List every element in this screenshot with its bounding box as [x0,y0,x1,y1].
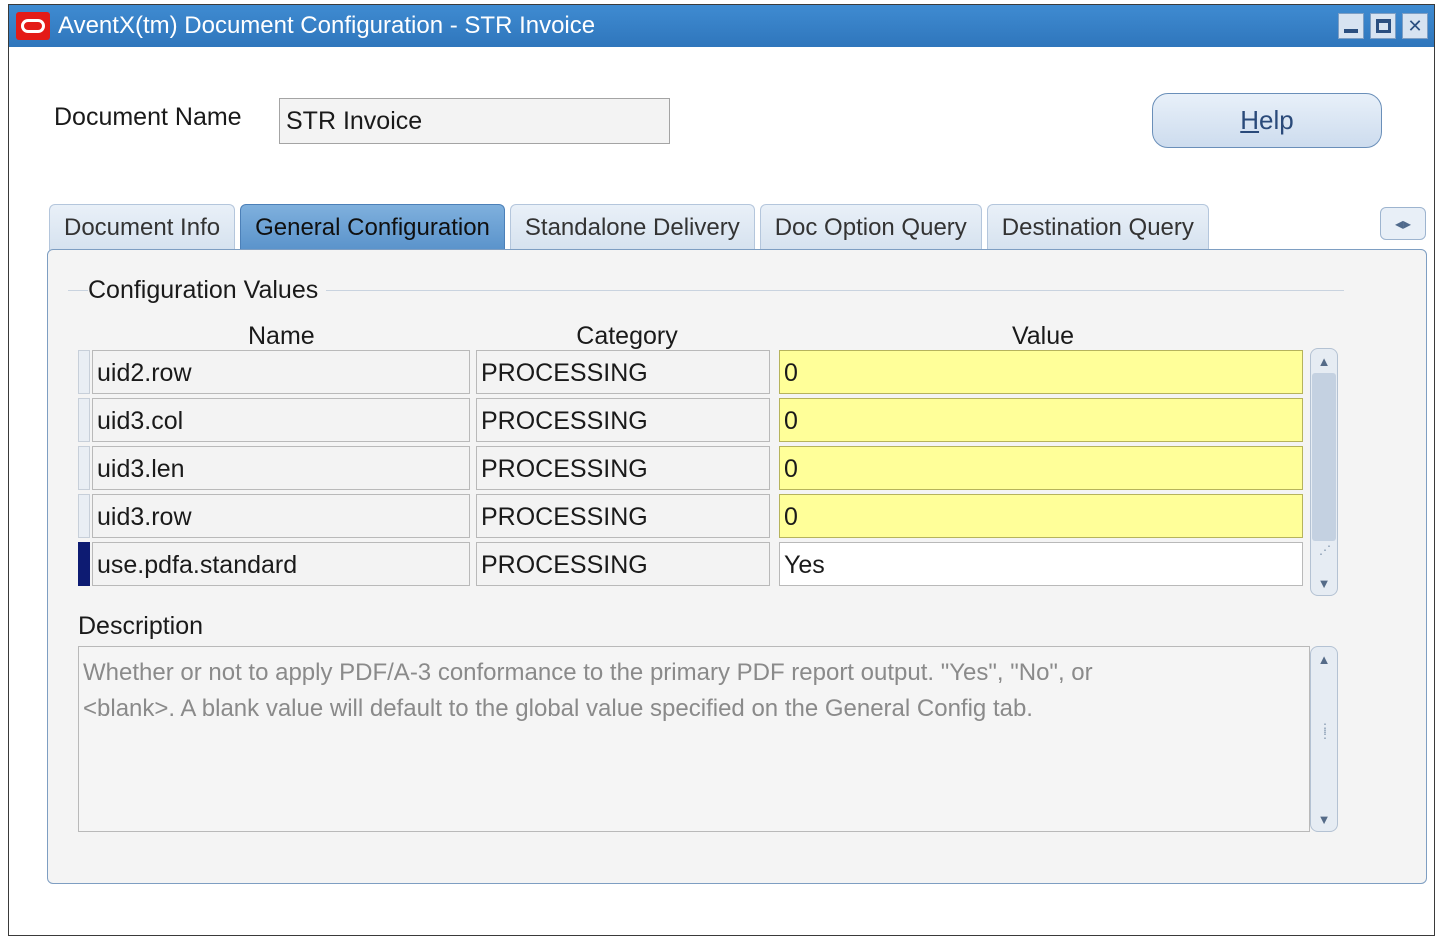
value-cell[interactable]: 0 [779,398,1303,442]
tab-document-info[interactable]: Document Info [49,204,236,250]
grip-icon: ⋮ ⋮ [1319,721,1331,741]
scroll-down-icon[interactable]: ▼ [1311,808,1337,830]
column-header-category: Category [576,322,678,350]
tab-standalone-delivery[interactable]: Standalone Delivery [509,204,755,250]
document-name-label: Document Name [54,103,242,131]
help-button[interactable]: Help [1152,93,1382,148]
maximize-icon [1375,19,1391,33]
column-header-value: Value [1011,322,1075,350]
table-scrollbar[interactable]: ▲ ⋰ ▼ [1310,348,1338,596]
description-line-2: <blank>. A blank value will default to t… [83,695,1033,722]
name-cell[interactable]: uid3.row [92,494,470,538]
category-cell[interactable]: PROCESSING [476,398,770,442]
description-line-1: Whether or not to apply PDF/A-3 conforma… [83,659,1093,686]
tab-strip: Document Info General Configuration Stan… [49,204,1209,250]
help-label-rest: elp [1259,105,1294,135]
name-cell[interactable]: uid3.col [92,398,470,442]
value-cell[interactable]: Yes [779,542,1303,586]
configuration-values-title: Configuration Values [88,276,327,305]
description-text: Whether or not to apply PDF/A-3 conforma… [78,646,1310,832]
value-cell[interactable]: 0 [779,350,1303,394]
value-cell[interactable]: 0 [779,494,1303,538]
tab-scroll-button[interactable]: ◂▸ [1380,207,1426,240]
tab-destination-query[interactable]: Destination Query [986,204,1209,250]
category-cell[interactable]: PROCESSING [476,350,770,394]
maximize-button[interactable] [1370,13,1396,39]
scroll-thumb[interactable] [1312,373,1336,541]
tab-panel: Configuration Values Name Category Value… [47,249,1427,884]
scroll-up-icon[interactable]: ▲ [1311,648,1337,670]
grip-icon: ⋰ [1319,543,1331,557]
row-indicator[interactable] [78,398,90,442]
category-cell[interactable]: PROCESSING [476,542,770,586]
close-icon: ✕ [1407,15,1423,36]
config-window: AventX(tm) Document Configuration - STR … [8,4,1435,936]
column-header-name: Name [248,322,315,350]
tab-general-configuration[interactable]: General Configuration [240,204,505,250]
value-cell[interactable]: 0 [779,446,1303,490]
name-cell[interactable]: uid3.len [92,446,470,490]
current-row-indicator[interactable] [78,542,90,586]
name-cell[interactable]: use.pdfa.standard [92,542,470,586]
close-button[interactable]: ✕ [1402,13,1428,39]
window-title: AventX(tm) Document Configuration - STR … [58,12,596,39]
row-indicator[interactable] [78,350,90,394]
oracle-logo-icon [16,12,50,40]
category-cell[interactable]: PROCESSING [476,446,770,490]
description-scrollbar[interactable]: ▲ ⋮ ⋮ ▼ [1310,646,1338,832]
name-cell[interactable]: uid2.row [92,350,470,394]
minimize-button[interactable] [1338,13,1364,39]
title-bar: AventX(tm) Document Configuration - STR … [9,5,1434,47]
document-name-field[interactable]: STR Invoice [279,98,670,144]
tab-doc-option-query[interactable]: Doc Option Query [759,204,982,250]
minimize-icon [1344,29,1358,33]
row-indicator[interactable] [78,494,90,538]
row-indicator[interactable] [78,446,90,490]
description-label: Description [78,612,204,640]
scroll-up-icon[interactable]: ▲ [1311,350,1337,372]
help-mnemonic: H [1240,105,1260,135]
scroll-down-icon[interactable]: ▼ [1311,572,1337,594]
tab-scroll-icon: ◂▸ [1394,215,1412,233]
category-cell[interactable]: PROCESSING [476,494,770,538]
